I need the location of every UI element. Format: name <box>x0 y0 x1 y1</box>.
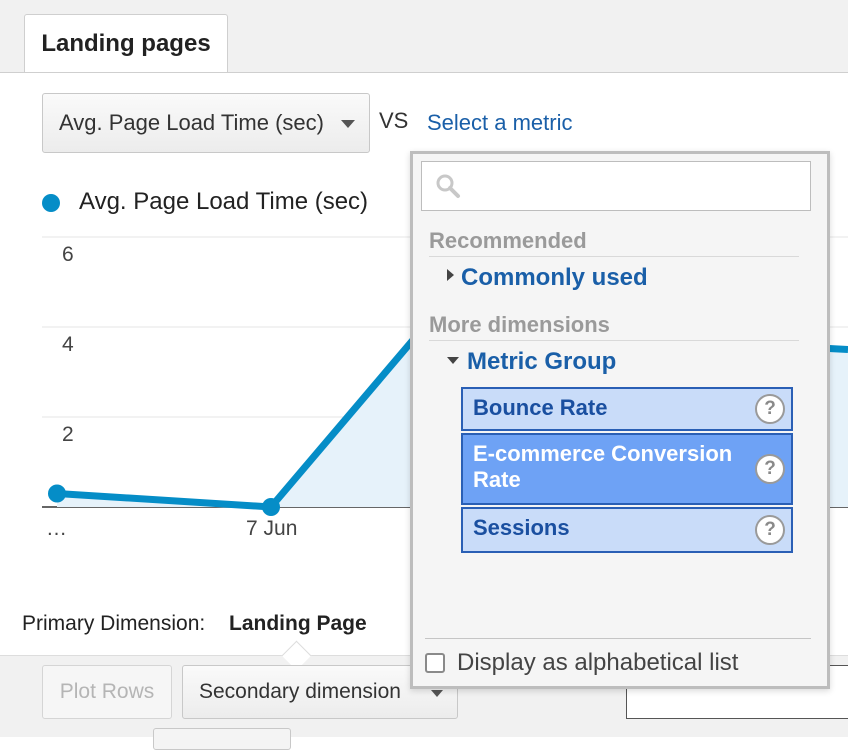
primary-dimension-landing-page[interactable]: Landing Page <box>229 612 367 636</box>
y-tick-label: 2 <box>62 423 74 446</box>
section-more-dimensions: More dimensions <box>429 312 799 341</box>
data-point[interactable] <box>262 498 280 516</box>
plot-rows-button[interactable]: Plot Rows <box>42 665 172 719</box>
tab-strip: Landing pages <box>0 0 848 73</box>
chevron-down-icon <box>431 690 443 697</box>
group-commonly-used[interactable]: Commonly used <box>447 264 648 292</box>
metric-item-label: E-commerce Conversion Rate <box>473 441 733 492</box>
group-commonly-used-label: Commonly used <box>461 264 648 291</box>
group-metric-group[interactable]: Metric Group <box>447 348 616 376</box>
legend-label: Avg. Page Load Time (sec) <box>79 188 369 215</box>
metric-item-ecommerce-conversion-rate[interactable]: E-commerce Conversion Rate ? <box>461 433 793 505</box>
search-icon <box>436 174 460 198</box>
triangle-down-icon <box>447 357 459 364</box>
toolbar-button-stub[interactable] <box>153 728 291 750</box>
metric-select-value: Avg. Page Load Time (sec) <box>59 110 324 135</box>
help-icon[interactable]: ? <box>755 394 785 424</box>
metric-item-bounce-rate[interactable]: Bounce Rate ? <box>461 387 793 431</box>
metric-item-label: Bounce Rate <box>473 395 608 420</box>
tab-landing-pages[interactable]: Landing pages <box>24 14 228 72</box>
metric-search-input[interactable] <box>421 161 811 211</box>
alphabetical-list-label: Display as alphabetical list <box>457 649 739 676</box>
section-recommended: Recommended <box>429 228 799 257</box>
triangle-right-icon <box>447 269 454 281</box>
group-metric-group-label: Metric Group <box>467 348 617 375</box>
select-metric-link[interactable]: Select a metric <box>427 110 573 136</box>
alphabetical-list-checkbox[interactable] <box>425 653 445 673</box>
metric-picker-panel: Recommended Commonly used More dimension… <box>410 151 830 689</box>
vs-label: VS <box>379 108 409 133</box>
chevron-down-icon <box>341 120 355 128</box>
help-icon[interactable]: ? <box>755 515 785 545</box>
data-point[interactable] <box>48 484 66 503</box>
panel-divider <box>425 638 811 639</box>
legend-dot-icon <box>42 194 60 212</box>
primary-dimension-label: Primary Dimension: <box>22 612 206 635</box>
secondary-dimension-label: Secondary dimension <box>199 680 401 703</box>
x-tick-label: 7 Jun <box>246 517 297 540</box>
y-tick-label: 4 <box>62 333 74 356</box>
alphabetical-list-option[interactable]: Display as alphabetical list <box>425 646 738 680</box>
help-icon[interactable]: ? <box>755 454 785 484</box>
metric-item-label: Sessions <box>473 515 570 540</box>
y-tick-label: 6 <box>62 243 74 266</box>
metric-select[interactable]: Avg. Page Load Time (sec) <box>42 93 370 153</box>
metric-item-sessions[interactable]: Sessions ? <box>461 507 793 553</box>
x-tick-label: … <box>46 517 67 540</box>
